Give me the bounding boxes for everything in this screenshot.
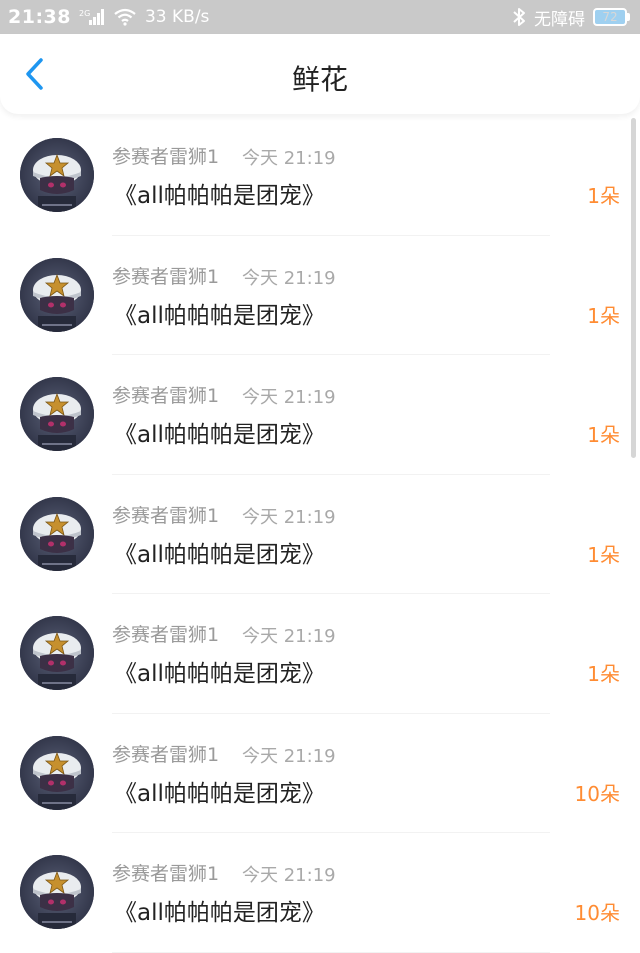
book-title: 《all帕帕帕是团宠》 bbox=[114, 541, 325, 568]
battery-level: 72 bbox=[593, 8, 627, 26]
timestamp: 今天 21:19 bbox=[242, 148, 336, 169]
status-time: 21:38 bbox=[8, 6, 71, 28]
book-title: 《all帕帕帕是团宠》 bbox=[114, 900, 325, 926]
avatar-image bbox=[20, 138, 94, 212]
list-item[interactable]: 参赛者雷狮1 今天 21:19 《all帕帕帕是团宠》 10朵 bbox=[0, 833, 640, 953]
avatar[interactable] bbox=[20, 257, 94, 332]
flower-count: 1朵 bbox=[587, 662, 620, 686]
wifi-icon bbox=[113, 8, 137, 26]
book-title: 《all帕帕帕是团宠》 bbox=[114, 183, 325, 209]
username: 参赛者雷狮1 bbox=[112, 863, 220, 885]
flower-count: 10朵 bbox=[574, 901, 620, 925]
bluetooth-icon bbox=[512, 7, 526, 27]
flower-count: 1朵 bbox=[587, 542, 620, 567]
status-left: 21:38 2G 33 KB/s bbox=[8, 0, 209, 34]
avatar-image bbox=[20, 496, 94, 571]
avatar-image bbox=[20, 855, 94, 929]
avatar[interactable] bbox=[20, 496, 94, 571]
timestamp: 今天 21:19 bbox=[242, 267, 336, 289]
avatar[interactable] bbox=[20, 138, 94, 212]
avatar[interactable] bbox=[20, 616, 94, 690]
username: 参赛者雷狮1 bbox=[112, 743, 220, 766]
status-bar: 21:38 2G 33 KB/s 无障碍 72 bbox=[0, 0, 640, 34]
list-item[interactable]: 参赛者雷狮1 今天 21:19 《all帕帕帕是团宠》 1朵 bbox=[0, 236, 640, 355]
timestamp: 今天 21:19 bbox=[242, 387, 336, 408]
book-title: 《all帕帕帕是团宠》 bbox=[114, 302, 325, 329]
signal-icon: 2G bbox=[79, 8, 105, 26]
status-right: 无障碍 72 bbox=[512, 0, 630, 34]
network-speed: 33 KB/s bbox=[144, 7, 210, 27]
list-item[interactable]: 参赛者雷狮1 今天 21:19 《all帕帕帕是团宠》 1朵 bbox=[0, 355, 640, 475]
page-title: 鲜花 bbox=[291, 63, 348, 96]
top-bar: 鲜花 bbox=[0, 34, 640, 114]
list-item[interactable]: 参赛者雷狮1 今天 21:19 《all帕帕帕是团宠》 1朵 bbox=[0, 116, 640, 236]
flower-list: 参赛者雷狮1 今天 21:19 《all帕帕帕是团宠》 1朵 参赛者雷狮1 今天… bbox=[0, 116, 640, 953]
username: 参赛者雷狮1 bbox=[112, 385, 220, 407]
list-item[interactable]: 参赛者雷狮1 今天 21:19 《all帕帕帕是团宠》 10朵 bbox=[0, 714, 640, 833]
scrollbar[interactable] bbox=[631, 118, 636, 458]
flower-count: 1朵 bbox=[587, 184, 620, 208]
battery-icon: 72 bbox=[593, 8, 630, 26]
avatar-image bbox=[20, 735, 94, 810]
avatar-image bbox=[20, 257, 94, 332]
avatar[interactable] bbox=[20, 377, 94, 451]
timestamp: 今天 21:19 bbox=[242, 626, 336, 647]
avatar-image bbox=[20, 377, 94, 451]
username: 参赛者雷狮1 bbox=[112, 504, 220, 527]
book-title: 《all帕帕帕是团宠》 bbox=[114, 661, 325, 687]
username: 参赛者雷狮1 bbox=[112, 624, 220, 646]
list-item[interactable]: 参赛者雷狮1 今天 21:19 《all帕帕帕是团宠》 1朵 bbox=[0, 594, 640, 714]
avatar-image bbox=[20, 616, 94, 690]
book-title: 《all帕帕帕是团宠》 bbox=[114, 780, 325, 807]
flower-count: 10朵 bbox=[574, 781, 620, 806]
username: 参赛者雷狮1 bbox=[112, 146, 220, 168]
avatar[interactable] bbox=[20, 855, 94, 929]
timestamp: 今天 21:19 bbox=[242, 506, 336, 528]
book-title: 《all帕帕帕是团宠》 bbox=[114, 422, 325, 448]
timestamp: 今天 21:19 bbox=[242, 865, 336, 886]
timestamp: 今天 21:19 bbox=[242, 745, 336, 767]
flower-count: 1朵 bbox=[587, 423, 620, 447]
network-type-label: 2G bbox=[79, 9, 90, 18]
list-item[interactable]: 参赛者雷狮1 今天 21:19 《all帕帕帕是团宠》 1朵 bbox=[0, 475, 640, 594]
flower-count: 1朵 bbox=[587, 303, 620, 328]
divider bbox=[112, 951, 550, 953]
username: 参赛者雷狮1 bbox=[112, 265, 220, 288]
avatar[interactable] bbox=[20, 735, 94, 810]
accessibility-label: 无障碍 bbox=[534, 9, 585, 30]
